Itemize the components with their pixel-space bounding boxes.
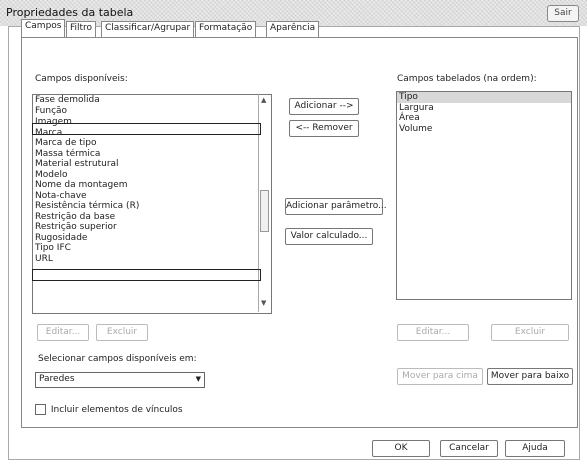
available-field-item[interactable]: Modelo (33, 170, 271, 181)
add-field-button[interactable]: Adicionar --> (289, 98, 359, 115)
tab-campos[interactable]: Campos (21, 19, 66, 39)
available-field-item[interactable]: Tipo IFC (33, 243, 271, 254)
include-links-checkbox[interactable] (35, 404, 46, 415)
scheduled-field-item[interactable]: Tipo (397, 92, 571, 103)
select-from-dropdown[interactable]: Paredes ▼ (35, 372, 205, 388)
close-button[interactable]: Sair (547, 5, 579, 22)
delete-scheduled-button[interactable]: Excluir (491, 324, 569, 341)
available-field-item[interactable]: Restrição superior (33, 222, 271, 233)
calculated-value-button[interactable]: Valor calculado... (285, 228, 373, 245)
available-fields-scrollbar[interactable]: ▲ ▼ (258, 94, 270, 312)
select-from-label: Selecionar campos disponíveis em: (38, 354, 197, 364)
window-title: Propriedades da tabela (6, 6, 134, 19)
available-field-item[interactable]: Marca de tipo (33, 138, 271, 149)
include-links-label: Incluir elementos de vínculos (50, 405, 183, 415)
include-links-option[interactable]: Incluir elementos de vínculos (35, 404, 183, 415)
available-field-item[interactable]: Rugosidade (33, 233, 271, 244)
available-field-item[interactable]: Massa térmica (33, 149, 271, 160)
available-field-item[interactable]: Nota-chave (33, 191, 271, 202)
delete-available-button[interactable]: Excluir (96, 324, 148, 341)
available-field-item[interactable]: Imagem (33, 117, 271, 128)
select-from-value: Paredes (39, 374, 75, 384)
available-field-item[interactable]: Material estrutural (33, 159, 271, 170)
remove-field-button[interactable]: <-- Remover (289, 120, 359, 137)
edit-available-button[interactable]: Editar... (37, 324, 89, 341)
scheduled-fields-label: Campos tabelados (na ordem): (397, 74, 537, 84)
help-button[interactable]: Ajuda (505, 440, 565, 457)
chevron-down-icon[interactable]: ▼ (196, 375, 201, 383)
edit-scheduled-button[interactable]: Editar... (397, 324, 469, 341)
available-field-item[interactable]: Nome da montagem (33, 180, 271, 191)
available-field-item[interactable]: Fase demolida (33, 95, 271, 106)
available-field-item[interactable]: URL (33, 254, 271, 265)
scheduled-field-item[interactable]: Volume (397, 124, 571, 135)
available-field-item[interactable]: Marca (33, 128, 271, 139)
ok-button[interactable]: OK (372, 440, 430, 457)
add-parameter-button[interactable]: Adicionar parâmetro... (285, 198, 387, 215)
scrollbar-thumb[interactable] (260, 190, 269, 232)
available-fields-list[interactable]: Fase demolida Função Imagem Marca Marca de t… (32, 94, 272, 314)
scheduled-field-item[interactable]: Largura (397, 103, 571, 114)
available-field-item[interactable]: Função (33, 106, 271, 117)
move-down-button[interactable]: Mover para baixo (487, 368, 573, 385)
scheduled-fields-list[interactable]: Tipo Largura Área Volume (396, 91, 572, 300)
scroll-down-arrow-icon[interactable]: ▼ (261, 299, 266, 307)
available-field-item[interactable]: Resistência térmica (R) (33, 201, 271, 212)
scheduled-field-item[interactable]: Área (397, 113, 571, 124)
cancel-button[interactable]: Cancelar (440, 440, 498, 457)
available-field-item[interactable]: Restrição da base (33, 212, 271, 223)
scroll-up-arrow-icon[interactable]: ▲ (261, 96, 266, 104)
available-fields-label: Campos disponíveis: (35, 74, 128, 84)
move-up-button[interactable]: Mover para cima (397, 368, 483, 385)
